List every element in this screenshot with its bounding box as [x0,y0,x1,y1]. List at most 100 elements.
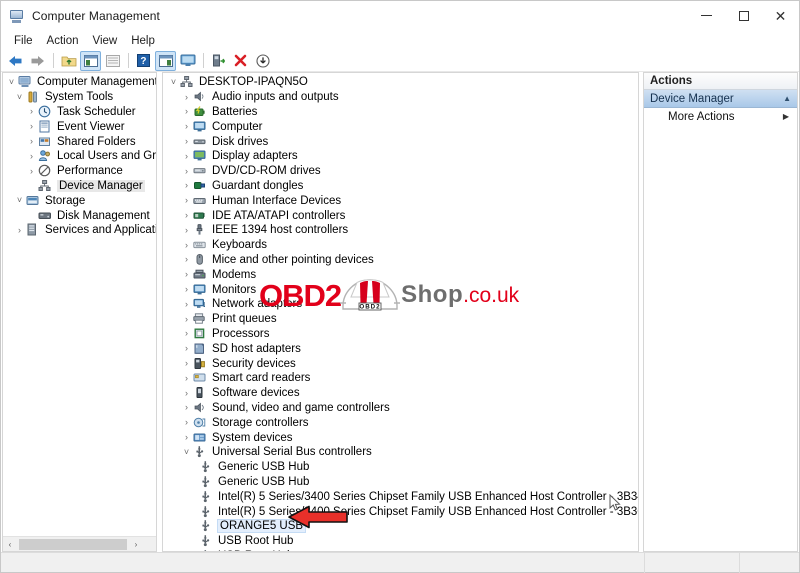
scroll-left-button[interactable]: ‹ [3,537,17,552]
tree-item-disk-management[interactable]: Disk Management [3,208,156,223]
expander-icon[interactable]: › [180,388,193,398]
menu-help[interactable]: Help [124,33,162,49]
device-category-row[interactable]: › Modems [163,267,638,282]
device-category-row[interactable]: › Keyboards [163,238,638,253]
expander-icon[interactable]: › [180,329,193,338]
expander-icon[interactable]: › [180,166,193,176]
expander-icon[interactable]: › [25,137,38,146]
device-category-row[interactable]: › Human Interface Devices [163,193,638,208]
minimize-button[interactable] [688,1,725,31]
properties-button[interactable] [177,51,198,71]
tree-item-task-scheduler[interactable]: › Task Scheduler [3,105,156,120]
device-category-row[interactable]: › Batteries [163,105,638,120]
device-category-row[interactable]: › Audio inputs and outputs [163,90,638,105]
console-tree-horizontal-scrollbar[interactable]: ‹ › [3,536,156,551]
expander-icon[interactable]: ˅ [167,77,180,87]
maximize-button[interactable] [725,1,762,31]
expander-icon[interactable]: › [180,122,193,131]
console-tree[interactable]: ˅ Computer Management (Local ˅ [3,73,156,536]
close-button[interactable]: ✕ [762,1,799,31]
device-tree-pane[interactable]: ˅ DESKTOP-IPAQN5O › Audio inputs and outp… [162,72,639,552]
actions-group-device-manager[interactable]: Device Manager ▲ [644,90,797,108]
expander-icon[interactable]: › [25,166,38,176]
device-row[interactable]: USB Root Hub [163,534,638,549]
expander-icon[interactable]: › [180,359,193,368]
expander-icon[interactable]: › [180,270,193,279]
menu-view[interactable]: View [86,33,125,49]
expander-icon[interactable]: › [180,92,193,102]
back-button[interactable] [5,51,26,71]
expander-icon[interactable]: › [180,403,193,412]
expander-icon[interactable]: › [13,225,26,235]
device-row[interactable]: USB Root Hub [163,549,638,551]
show-hide-console-tree-button[interactable] [80,50,101,71]
device-category-row[interactable]: › Smart card readers [163,371,638,386]
update-driver-button[interactable] [208,51,229,71]
device-category-row[interactable]: › IEEE 1394 host controllers [163,223,638,238]
tree-item-shared-folders[interactable]: › Shared Folders [3,134,156,149]
device-category-row[interactable]: › SD host adapters [163,341,638,356]
expander-icon[interactable]: › [180,255,193,264]
menu-action[interactable]: Action [40,33,86,49]
expander-icon[interactable]: › [180,211,193,220]
scan-for-hardware-changes-button[interactable] [252,51,273,71]
show-hide-action-pane-button[interactable] [155,50,176,71]
action-more-actions[interactable]: More Actions ▶ [644,108,797,125]
export-list-button[interactable] [102,51,123,71]
device-row[interactable]: Intel(R) 5 Series/3400 Series Chipset Fa… [163,489,638,504]
expander-icon[interactable]: ˅ [13,92,26,102]
device-row-orange5-usb[interactable]: ORANGE5 USB [163,519,638,534]
device-row[interactable]: Intel(R) 5 Series/3400 Series Chipset Fa… [163,504,638,519]
expander-icon[interactable]: › [180,196,193,205]
sidebar-item-device-manager[interactable]: Device Manager [3,179,156,194]
tree-item-services-and-applications[interactable]: › Services and Applications [3,223,156,238]
expander-icon[interactable]: › [180,137,193,146]
device-category-row[interactable]: › DVD/CD-ROM drives [163,164,638,179]
tree-item-local-users-and-groups[interactable]: › Local Users and Groups [3,149,156,164]
expander-icon[interactable]: › [180,418,193,427]
forward-button[interactable] [27,51,48,71]
help-button[interactable]: ? [133,51,154,71]
expander-icon[interactable]: › [25,107,38,116]
uninstall-device-button[interactable] [230,51,251,71]
device-category-row[interactable]: › Security devices [163,356,638,371]
expander-icon[interactable]: › [180,285,193,294]
expander-icon[interactable]: › [180,240,193,250]
tree-item-performance[interactable]: › Performance [3,164,156,179]
device-category-row[interactable]: › Guardant dongles [163,179,638,194]
device-tree-root[interactable]: ˅ DESKTOP-IPAQN5O [163,75,638,90]
device-category-row[interactable]: › Mice and other pointing devices [163,253,638,268]
tree-item-computer-management-root[interactable]: ˅ Computer Management (Local [3,75,156,90]
expander-icon[interactable]: › [25,122,38,131]
up-one-level-button[interactable] [58,51,79,71]
device-category-row[interactable]: › Disk drives [163,134,638,149]
device-category-row[interactable]: › Sound, video and game controllers [163,401,638,416]
chevron-up-icon[interactable]: ▲ [783,94,791,103]
device-category-row[interactable]: › Network adapters [163,297,638,312]
expander-icon[interactable]: ˅ [5,77,18,87]
device-category-row[interactable]: › Display adapters [163,149,638,164]
expander-icon[interactable]: ˅ [180,447,193,457]
device-category-row[interactable]: › System devices [163,430,638,445]
device-category-row[interactable]: › Monitors [163,282,638,297]
device-category-row[interactable]: › Print queues [163,312,638,327]
expander-icon[interactable]: › [180,433,193,442]
device-category-row[interactable]: › IDE ATA/ATAPI controllers [163,208,638,223]
expander-icon[interactable]: › [180,344,193,353]
expander-icon[interactable]: › [25,151,38,161]
device-category-row[interactable]: › Computer [163,119,638,134]
expander-icon[interactable]: › [180,151,193,161]
tree-item-event-viewer[interactable]: › Event Viewer [3,119,156,134]
tree-item-storage[interactable]: ˅ Storage [3,193,156,208]
expander-icon[interactable]: › [180,107,193,116]
device-row[interactable]: Generic USB Hub [163,460,638,475]
expander-icon[interactable]: › [180,225,193,235]
device-row[interactable]: Generic USB Hub [163,475,638,490]
menu-file[interactable]: File [7,33,40,49]
expander-icon[interactable]: › [180,299,193,309]
scroll-right-button[interactable]: › [129,537,143,552]
expander-icon[interactable]: › [180,373,193,383]
device-category-row[interactable]: › Storage controllers [163,415,638,430]
device-category-row[interactable]: ˅ Universal Serial Bus controllers [163,445,638,460]
scrollbar-thumb[interactable] [19,539,127,550]
